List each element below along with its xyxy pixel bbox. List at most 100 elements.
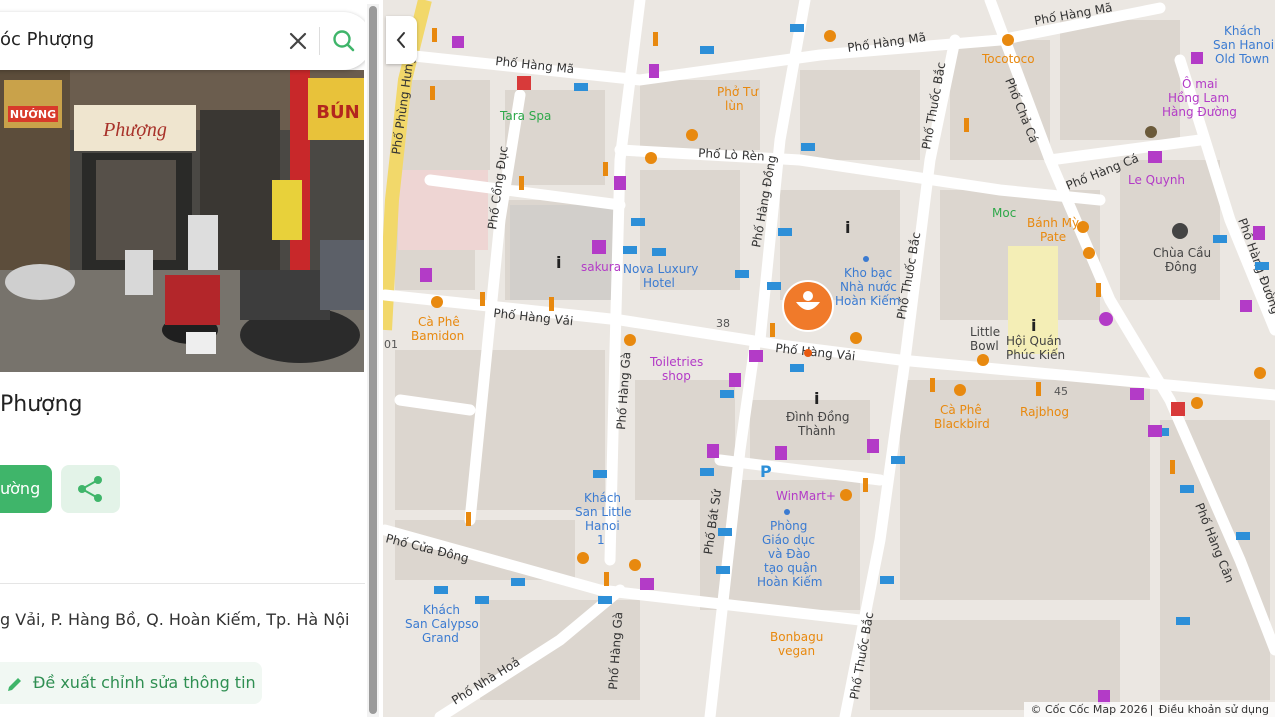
map-attribution: © Cốc Cốc Map 2026 | Điều khoản sử dụng — [1024, 702, 1275, 717]
hotel-icon — [434, 586, 448, 594]
house-number: 01 — [384, 338, 398, 351]
place-label: shop — [662, 369, 691, 383]
restaurant-icon — [480, 292, 485, 306]
place-details-panel: NƯỚNG Phượng BÚN óc Phượng Phượng ường g… — [0, 0, 365, 717]
hotel-icon — [720, 390, 734, 398]
shop-icon — [775, 446, 787, 460]
cafe-icon — [977, 354, 989, 366]
hotel-icon — [623, 246, 637, 254]
place-label: tạo quận — [764, 561, 817, 575]
clear-search-button[interactable] — [283, 26, 313, 56]
place-label: Khách — [1224, 24, 1261, 38]
place-label: WinMart+ — [776, 489, 836, 503]
hotel-icon — [1236, 532, 1250, 540]
cafe-icon — [624, 334, 636, 346]
hotel-icon — [778, 228, 792, 236]
clothing-icon — [1148, 151, 1162, 163]
pencil-icon — [8, 677, 21, 691]
house-number: 38 — [716, 317, 730, 330]
place-label: Hoàn Kiếm — [757, 575, 822, 589]
place-label: Moc — [992, 206, 1016, 220]
place-label: Giáo dục — [762, 533, 815, 547]
hotel-icon — [593, 470, 607, 478]
location-dot-icon — [804, 349, 812, 357]
panel-scrollbar-thumb[interactable] — [369, 6, 377, 714]
house-number: 45 — [1054, 385, 1068, 398]
place-label: Le Quynh — [1128, 173, 1185, 187]
suggest-edit-button[interactable]: Đề xuất chỉnh sửa thông tin — [0, 662, 262, 704]
clothing-icon — [749, 350, 763, 362]
hotel-icon — [475, 596, 489, 604]
hotel-icon — [801, 143, 815, 151]
hotel-icon — [1213, 235, 1227, 243]
place-label: Blackbird — [934, 417, 990, 431]
restaurant-icon — [549, 297, 554, 311]
first-aid-icon — [1171, 402, 1185, 416]
terms-link[interactable]: Điều khoản sử dụng — [1159, 703, 1269, 716]
place-label: Nhà nước — [840, 280, 897, 294]
shop-icon — [1240, 300, 1252, 312]
place-photo[interactable]: NƯỚNG Phượng BÚN — [0, 70, 364, 372]
place-label: lùn — [725, 99, 744, 113]
poi-dot-icon — [784, 509, 790, 515]
shop-sign-text: Phượng — [102, 119, 167, 141]
collapse-panel-button[interactable] — [386, 16, 417, 64]
shop-icon — [420, 268, 432, 282]
hotel-icon — [574, 83, 588, 91]
restaurant-icon — [432, 28, 437, 42]
restaurant-icon — [466, 512, 471, 526]
cafe-icon — [824, 30, 836, 42]
hotel-icon — [511, 578, 525, 586]
hotel-icon — [767, 282, 781, 290]
restaurant-icon — [603, 162, 608, 176]
hotel-icon — [790, 24, 804, 32]
cafe-icon — [1083, 247, 1095, 259]
restaurant-icon — [604, 572, 609, 586]
place-label: Little — [970, 325, 1000, 339]
attribution-text: © Cốc Cốc Map 2026 — [1030, 703, 1148, 716]
hotel-icon — [716, 566, 730, 574]
directions-button[interactable]: ường — [0, 465, 52, 513]
search-divider — [319, 27, 320, 55]
building-blocks — [395, 20, 1270, 710]
restaurant-icon — [653, 32, 658, 46]
share-button[interactable] — [61, 465, 120, 513]
hotel-icon — [735, 270, 749, 278]
place-label: Ô mai — [1182, 76, 1218, 91]
place-title: Phượng — [0, 392, 83, 417]
cafe-icon — [686, 129, 698, 141]
poi-dot-icon — [863, 256, 869, 262]
hotel-icon — [598, 596, 612, 604]
place-label: Bowl — [970, 339, 999, 353]
hotel-icon — [1176, 617, 1190, 625]
place-label: Chùa Cầu — [1153, 246, 1211, 260]
hotel-icon — [880, 576, 894, 584]
place-label: Bonbagu — [770, 630, 823, 644]
map-canvas[interactable]: Phố Hàng Mã Phố Hàng Mã Phố Hàng Mã Phố … — [383, 0, 1275, 717]
person-icon — [1145, 126, 1157, 138]
cafe-icon — [1254, 367, 1266, 379]
temple-icon — [1172, 223, 1188, 239]
place-label: Old Town — [1215, 52, 1269, 66]
search-button[interactable] — [329, 26, 359, 56]
hotel-icon — [700, 468, 714, 476]
restaurant-icon — [519, 176, 524, 190]
place-label: Hội Quán — [1006, 334, 1062, 348]
place-label: Cà Phê — [418, 315, 460, 329]
place-label: vegan — [778, 644, 815, 658]
place-label: và Đào — [768, 547, 810, 561]
map-svg: Phố Hàng Mã Phố Hàng Mã Phố Hàng Mã Phố … — [383, 0, 1275, 717]
hotel-icon — [1255, 262, 1269, 270]
cafe-icon — [850, 332, 862, 344]
search-bar: óc Phượng — [0, 12, 365, 70]
search-icon — [333, 30, 355, 52]
cafe-icon — [431, 296, 443, 308]
cafe-icon — [645, 152, 657, 164]
street-label: Phố Hàng Vải — [775, 341, 856, 363]
restaurant-icon — [1096, 283, 1101, 297]
shop-icon — [707, 444, 719, 458]
place-label: Hoàn Kiếm — [835, 294, 900, 308]
place-label: Kho bạc — [844, 266, 892, 280]
search-input[interactable]: óc Phượng — [0, 29, 94, 50]
restaurant-icon — [430, 86, 435, 100]
